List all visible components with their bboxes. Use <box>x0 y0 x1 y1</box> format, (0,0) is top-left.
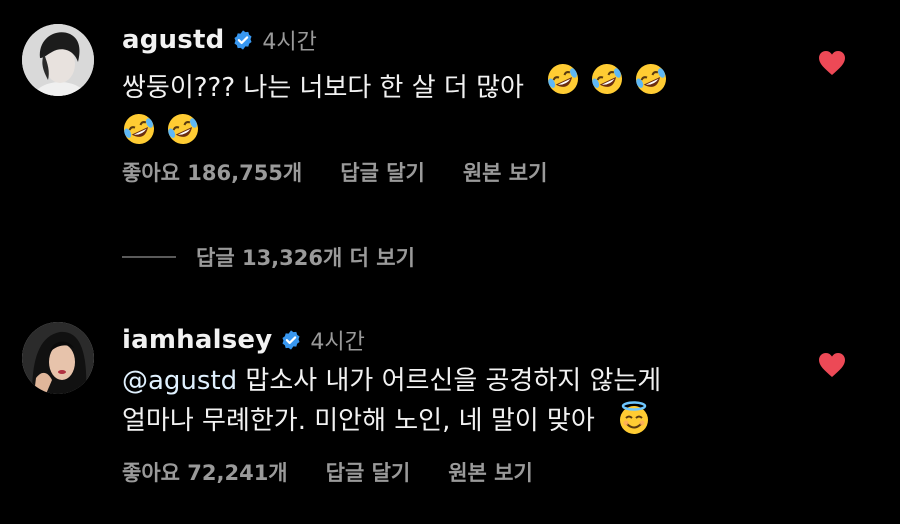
comment-time: 4시간 <box>262 30 317 55</box>
view-replies-divider <box>122 256 176 258</box>
avatar-agustd[interactable] <box>22 24 94 96</box>
username-iamhalsey[interactable]: iamhalsey <box>122 325 272 355</box>
comment-text-line2: 얼마나 무례한가. 미안해 노인, 네 말이 맞아 <box>122 401 661 441</box>
view-replies-label: 답글 13,326개 더 보기 <box>196 246 415 270</box>
see-original-button[interactable]: 원본 보기 <box>448 457 533 487</box>
comment-text-iamhalsey-line2: 얼마나 무례한가. 미안해 노인, 네 말이 맞아 <box>122 406 595 436</box>
verified-badge-icon <box>280 329 302 351</box>
like-heart-icon[interactable] <box>818 50 846 76</box>
comment-text-agustd-line1: 쌍둥이??? 나는 너보다 한 살 더 많아 <box>122 73 524 103</box>
comment-header-iamhalsey: iamhalsey 4시간 <box>122 324 365 356</box>
comment-text-line1: 쌍둥이??? 나는 너보다 한 살 더 많아 <box>122 62 668 108</box>
comment-text-line1: @agustd 맙소사 내가 어르신을 공경하지 않는게 <box>122 362 661 401</box>
comment-text-iamhalsey: @agustd 맙소사 내가 어르신을 공경하지 않는게 얼마나 무례한가. 미… <box>122 362 661 441</box>
rolling-on-floor-laughing-icon <box>122 112 156 146</box>
emoji-row-2 <box>122 112 200 146</box>
reply-button[interactable]: 답글 달기 <box>340 157 425 187</box>
see-original-button[interactable]: 원본 보기 <box>463 157 548 187</box>
avatar-iamhalsey[interactable] <box>22 322 94 394</box>
comment-time: 4시간 <box>310 330 365 355</box>
mention-agustd[interactable]: @agustd <box>122 366 237 396</box>
avatar-agustd-image <box>22 24 94 96</box>
rolling-on-floor-laughing-icon <box>634 62 668 96</box>
likes-count[interactable]: 좋아요 186,755개 <box>122 157 302 187</box>
avatar-iamhalsey-image <box>22 322 94 394</box>
username-agustd[interactable]: agustd <box>122 25 224 55</box>
comment-actions-agustd: 좋아요 186,755개 답글 달기 원본 보기 <box>122 157 547 187</box>
comment-header-agustd: agustd 4시간 <box>122 24 317 56</box>
comment-text-agustd: 쌍둥이??? 나는 너보다 한 살 더 많아 <box>122 62 668 158</box>
likes-count[interactable]: 좋아요 72,241개 <box>122 457 288 487</box>
verified-badge-icon <box>232 29 254 51</box>
rolling-on-floor-laughing-icon <box>166 112 200 146</box>
smiling-face-with-halo-icon <box>617 401 651 435</box>
view-replies-button[interactable]: 답글 13,326개 더 보기 <box>122 242 415 272</box>
rolling-on-floor-laughing-icon <box>590 62 624 96</box>
rolling-on-floor-laughing-icon <box>546 62 580 96</box>
comment-thread: agustd 4시간 쌍둥이??? 나는 너보다 한 살 더 많아 좋아요 18… <box>0 0 900 524</box>
comment-text-iamhalsey-line1: 맙소사 내가 어르신을 공경하지 않는게 <box>237 366 662 396</box>
like-heart-icon[interactable] <box>818 352 846 378</box>
comment-actions-iamhalsey: 좋아요 72,241개 답글 달기 원본 보기 <box>122 457 533 487</box>
reply-button[interactable]: 답글 달기 <box>326 457 411 487</box>
emoji-row-1 <box>546 62 668 96</box>
